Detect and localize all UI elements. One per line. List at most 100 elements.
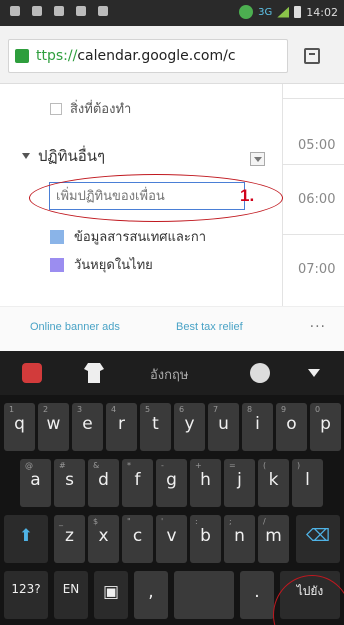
time-label: 06:00 [298,192,336,207]
key[interactable]: ; n [224,515,255,563]
symbols-key[interactable]: 123? [4,571,48,619]
key[interactable]: ' v [156,515,187,563]
language-key[interactable]: EN [54,571,88,619]
clock: 14:02 [306,5,338,19]
ad-link[interactable]: Best tax relief [176,321,243,333]
key-hint: 6 [179,405,185,414]
key-hint: ) [297,461,301,470]
key[interactable]: _ z [54,515,85,563]
emoji-icon[interactable] [250,363,270,383]
hide-keyboard-icon[interactable] [308,369,320,377]
language-label[interactable]: อังกฤษ [150,364,188,385]
key-hint: 2 [43,405,49,414]
tabs-icon[interactable] [304,48,320,64]
key[interactable]: (k [258,459,289,507]
key-hint: : [195,517,198,526]
key-hint: @ [25,461,33,470]
shift-key[interactable]: ⬆ [4,515,48,563]
sticker-icon[interactable] [22,363,42,383]
calendar-item[interactable]: ข้อมูลสารสนเทศและกา [50,226,206,247]
theme-shirt-icon[interactable] [84,363,104,383]
todo-label: สิ่งที่ต้องทำ [70,102,132,117]
image-key[interactable]: ▣ [94,571,128,619]
key-hint: 0 [315,405,321,414]
key-hint: ( [263,461,267,470]
notification-icon [98,6,108,16]
key[interactable]: 0p [310,403,341,451]
other-calendars-header[interactable]: ปฏิทินอื่นๆ [22,144,105,168]
url-scheme: ttps:// [36,48,78,64]
key-hint: 4 [111,405,117,414]
key[interactable]: 9o [276,403,307,451]
key[interactable]: * f [122,459,153,507]
key-hint: ' [161,517,164,526]
key[interactable]: + h [190,459,221,507]
signal-icon [277,6,290,18]
key[interactable]: 4r [106,403,137,451]
calendar-item[interactable]: วันหยุดในไทย [50,254,153,275]
key[interactable]: / m [258,515,289,563]
key[interactable]: = j [224,459,255,507]
key[interactable]: 8i [242,403,273,451]
image-icon: ▣ [102,582,120,602]
key-label: 123? [11,582,41,596]
url-host: calendar.google.com/c [77,48,236,64]
key-hint: " [127,517,131,526]
key-hint: 5 [145,405,151,414]
key[interactable]: 1q [4,403,35,451]
calendar-item-label: วันหยุดในไทย [74,258,153,273]
other-calendars-title: ปฏิทินอื่นๆ [38,147,106,165]
battery-icon [294,6,302,18]
ad-link[interactable]: Online banner ads [30,321,120,333]
key[interactable]: @ a [20,459,51,507]
key-hint: * [127,461,131,470]
app-status-icon [239,5,254,19]
key[interactable]: $ x [88,515,119,563]
key[interactable]: 7u [208,403,239,451]
key[interactable]: 5t [140,403,171,451]
key-hint: # [59,461,66,470]
key-label: EN [62,582,80,596]
key-hint: ; [229,517,232,526]
status-bar: 3G 14:02 [0,0,344,26]
calendar-item-label: ข้อมูลสารสนเทศและกา [74,230,207,245]
calendar-color-swatch [50,229,64,244]
time-label: 07:00 [298,262,336,277]
todo-calendar-row[interactable]: สิ่งที่ต้องทำ [50,98,131,119]
period-key[interactable]: . [240,571,274,619]
key[interactable]: ) l [292,459,323,507]
network-type: 3G [258,6,273,18]
more-icon[interactable]: ··· [310,319,326,335]
address-bar[interactable]: ttps:// calendar.google.com/c [8,39,288,73]
comma-key[interactable]: , [134,571,168,619]
keyboard-toolbar: อังกฤษ [0,351,344,395]
key[interactable]: " c [122,515,153,563]
key[interactable]: # s [54,459,85,507]
annotation-ellipse [29,174,283,222]
notification-icon [76,6,86,16]
key[interactable]: -g [156,459,187,507]
notification-icon [32,6,42,16]
key[interactable]: 6y [174,403,205,451]
backspace-icon: ⌫ [305,526,331,546]
collapse-arrow-icon [22,153,30,159]
space-key[interactable] [174,571,234,619]
key-hint: 9 [281,405,287,414]
key-hint: & [93,461,100,470]
browser-toolbar: ttps:// calendar.google.com/c [0,26,344,84]
backspace-key[interactable]: ⌫ [296,515,340,563]
key-hint: - [161,461,164,470]
key-hint: = [229,461,236,470]
key[interactable]: & d [88,459,119,507]
calendar-color-swatch [50,257,64,272]
key[interactable]: 3e [72,403,103,451]
ads-bar: Online banner ads Best tax relief ··· [0,306,344,351]
key-hint: 7 [213,405,219,414]
key[interactable]: :b [190,515,221,563]
key[interactable]: 2w [38,403,69,451]
hour-line [282,98,344,99]
key-hint: _ [59,517,63,526]
todo-checkbox[interactable] [50,102,62,115]
dropdown-icon[interactable] [250,152,265,166]
time-label: 05:00 [298,138,336,153]
